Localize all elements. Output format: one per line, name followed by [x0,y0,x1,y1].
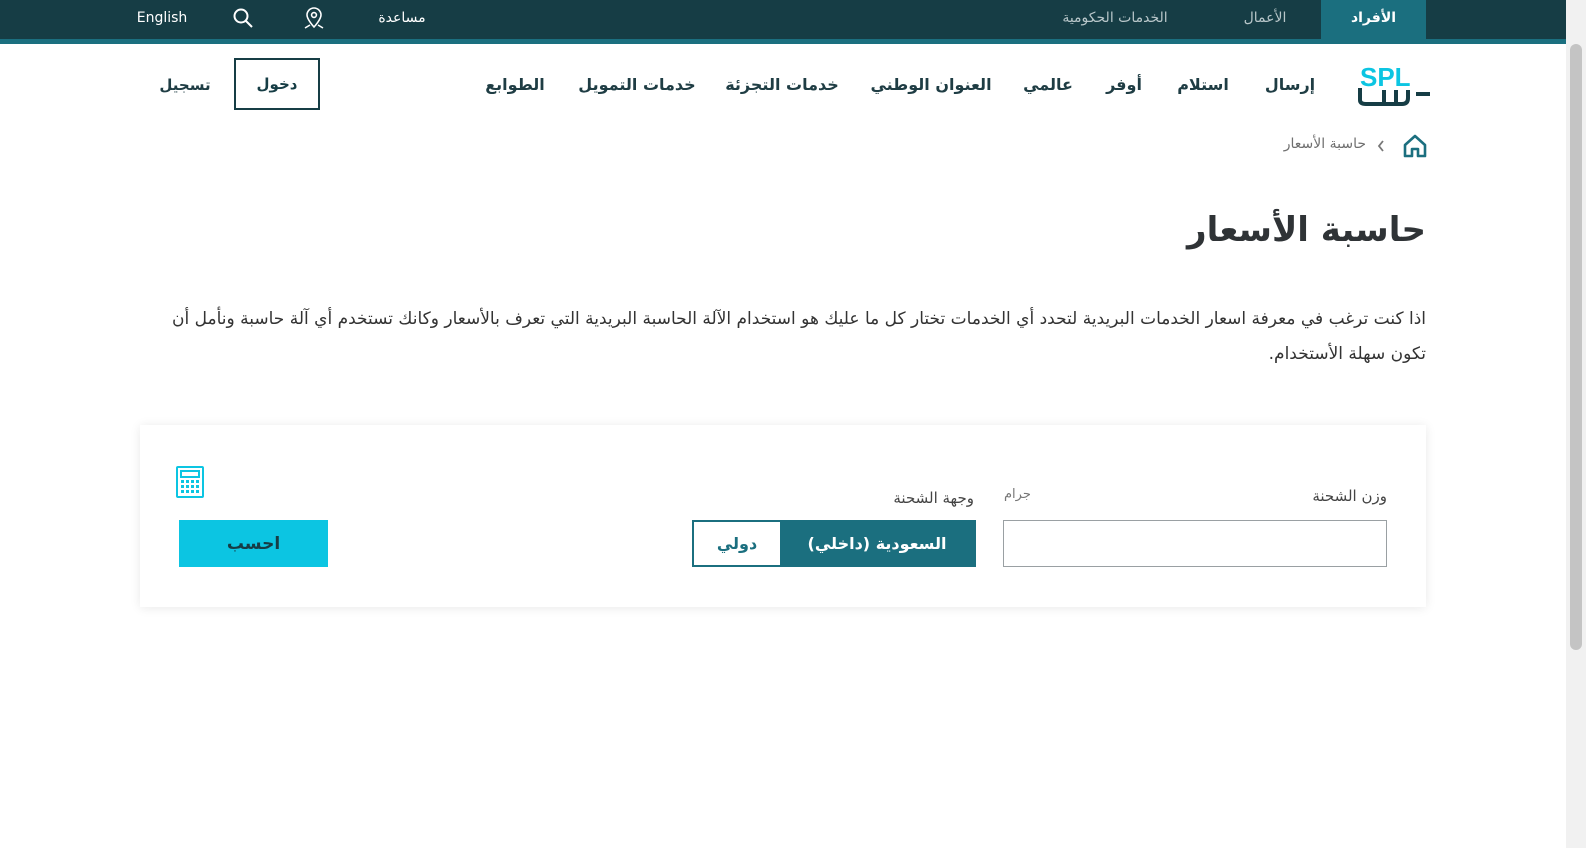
login-button[interactable]: دخول [234,58,320,110]
nav-retail-services[interactable]: خدمات التجزئة [718,72,846,98]
weight-unit: جرام [1004,487,1031,502]
spl-logo[interactable]: SPL [1356,62,1436,108]
top-bar-accent-line [0,39,1566,44]
price-calculator-card [140,425,1426,607]
page-title: حاسبة الأسعار [1187,210,1426,250]
language-switch[interactable]: English [130,0,194,36]
breadcrumb-chevron-icon [1374,136,1388,156]
breadcrumb-current: حاسبة الأسعار [1283,136,1366,152]
nav-national-address[interactable]: العنوان الوطني [864,72,998,98]
location-pin-icon[interactable] [302,6,326,30]
calculator-icon [175,465,205,499]
search-icon[interactable] [231,6,255,30]
help-link[interactable]: مساعدة [372,0,432,36]
nav-receive[interactable]: استلام [1168,72,1238,98]
calculate-button[interactable]: احسب [179,520,328,567]
destination-label: وجهة الشحنة [893,489,974,507]
weight-input[interactable] [1003,520,1387,567]
nav-stamps[interactable]: الطوابع [478,72,552,98]
register-link[interactable]: تسجيل [150,72,220,98]
nav-offer[interactable]: أوفر [1098,72,1150,98]
nav-send[interactable]: إرسال [1252,72,1328,98]
destination-toggle: دولي السعودية (داخلي) [692,520,976,567]
nav-finance-services[interactable]: خدمات التمويل [572,72,702,98]
tab-individuals[interactable]: الأفراد [1321,0,1426,39]
scrollbar-thumb[interactable] [1570,44,1582,650]
international-option[interactable]: دولي [694,522,780,565]
tab-business[interactable]: الأعمال [1210,0,1320,39]
page-description: اذا كنت ترغب في معرفة اسعار الخدمات البر… [172,309,1426,364]
logo-text: SPL [1360,62,1411,92]
tab-government[interactable]: الخدمات الحكومية [1030,0,1200,39]
domestic-option[interactable]: السعودية (داخلي) [780,522,974,565]
home-icon[interactable] [1402,133,1428,159]
weight-label: وزن الشحنة [1312,487,1387,505]
nav-international[interactable]: عالمي [1018,72,1078,98]
